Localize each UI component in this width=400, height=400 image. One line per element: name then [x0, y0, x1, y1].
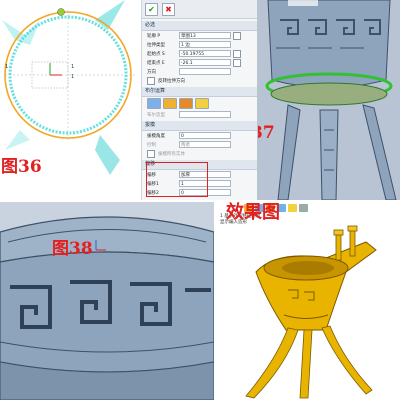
- model-render-37: [258, 0, 400, 200]
- ornament-shape: [95, 135, 120, 175]
- pick-icon[interactable]: [233, 31, 241, 40]
- result-viewport[interactable]: 1 基于外形特征建模 显示编入造形 效果图: [214, 200, 400, 400]
- boolean-buttons: [142, 97, 257, 110]
- settings-icon[interactable]: [299, 204, 308, 212]
- point-marker: [57, 8, 65, 16]
- draft-check-row[interactable]: 拔模所有实体: [142, 149, 257, 158]
- figure-label-36: 图36: [1, 157, 42, 177]
- ornament-shape: [5, 130, 30, 150]
- draft-angle-field[interactable]: 0: [179, 132, 231, 139]
- filter-icon[interactable]: [288, 204, 297, 212]
- section-draft-header[interactable]: 拔模: [142, 121, 257, 131]
- reverse-row[interactable]: 反转拉伸方向: [142, 76, 257, 85]
- model-viewport-37[interactable]: 图37: [258, 0, 400, 200]
- result-render: [245, 225, 377, 399]
- boolean-add-icon[interactable]: [163, 98, 177, 109]
- highlight-box: [146, 162, 208, 197]
- sketch-viewport[interactable]: 1 1 1 图36: [0, 0, 142, 200]
- boolean-target-row: 布尔造型: [142, 110, 257, 119]
- boolean-target-field[interactable]: [179, 111, 231, 118]
- model-render-38: [0, 202, 214, 400]
- draft-ref-row: 控制 两者: [142, 140, 257, 149]
- extrude-dialog: ✔ ✖ 必选 轮廓 P 草图13 拉伸类型 1 边 起始点 S -50.1975…: [142, 0, 258, 200]
- sketch-label: 1: [71, 74, 75, 80]
- direction-field[interactable]: [179, 68, 231, 75]
- start-row: 起始点 S -50.19755: [142, 49, 257, 58]
- mode-select[interactable]: 1 边: [179, 41, 231, 48]
- figure-label-37: 图37: [258, 123, 275, 143]
- boolean-intersect-icon[interactable]: [195, 98, 209, 109]
- sketch-label: 1: [71, 64, 75, 70]
- unit-icon[interactable]: [233, 49, 241, 58]
- draft-checkbox[interactable]: [147, 149, 155, 158]
- unit-icon[interactable]: [233, 58, 241, 67]
- boolean-remove-icon[interactable]: [179, 98, 193, 109]
- profile-row: 轮廓 P 草图13: [142, 31, 257, 40]
- mode-row: 拉伸类型 1 边: [142, 40, 257, 49]
- check-icon[interactable]: ✔: [145, 2, 158, 16]
- reverse-checkbox[interactable]: [147, 76, 155, 85]
- direction-row: 方向: [142, 67, 257, 76]
- dialog-toolbar: ✔ ✖: [142, 0, 257, 19]
- figure-label-38: 图38: [52, 239, 93, 259]
- draft-ref-select[interactable]: 两者: [179, 141, 231, 148]
- sketch-label: 1: [5, 64, 9, 70]
- profile-field[interactable]: 草图13: [179, 32, 231, 39]
- close-icon[interactable]: ✖: [162, 2, 175, 16]
- model-viewport-38[interactable]: 图38: [0, 200, 214, 400]
- section-boolean-header[interactable]: 布尔运算: [142, 87, 257, 97]
- draft-angle-row: 拔模角度 0: [142, 131, 257, 140]
- boolean-base-icon[interactable]: [147, 98, 161, 109]
- section-required-header[interactable]: 必选: [142, 21, 257, 31]
- end-field[interactable]: -26.1: [179, 59, 231, 66]
- start-field[interactable]: -50.19755: [179, 50, 231, 57]
- end-row: 结束点 E -26.1: [142, 58, 257, 67]
